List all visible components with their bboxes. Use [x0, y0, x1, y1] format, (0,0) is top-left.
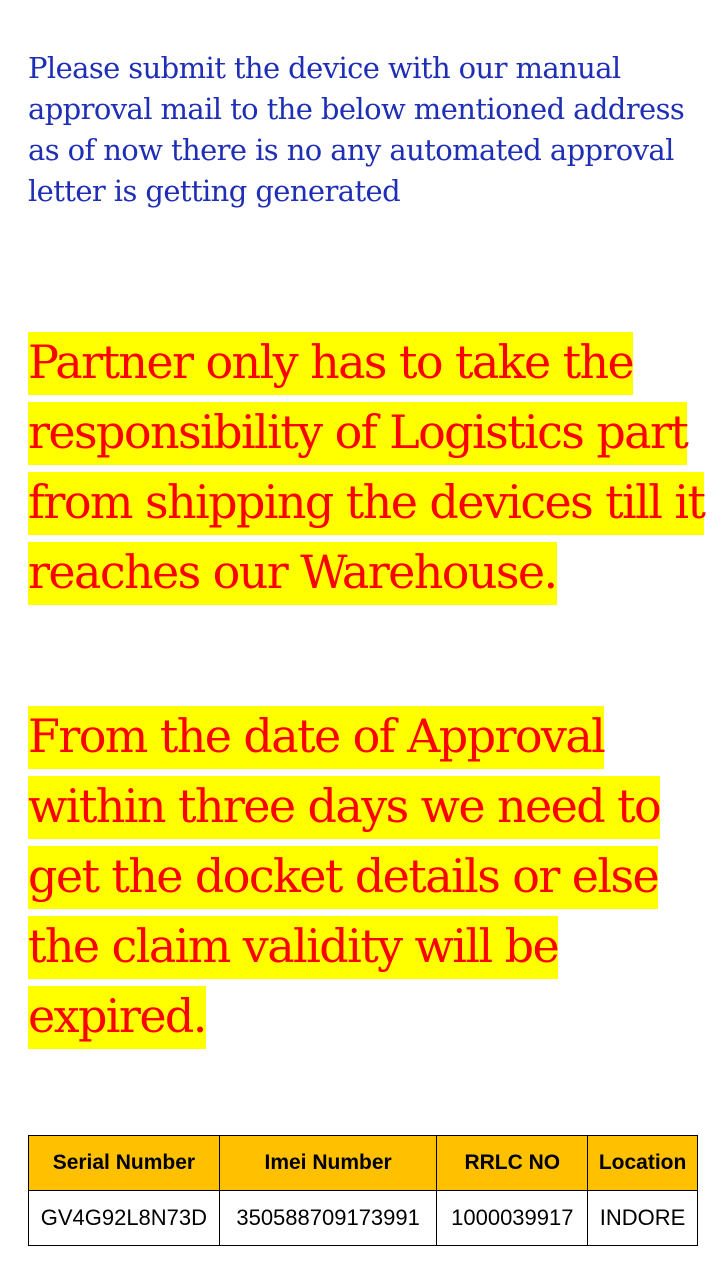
cell-rrlc-no: 1000039917 [436, 1190, 589, 1246]
cell-location: INDORE [587, 1190, 698, 1246]
header-serial-number: Serial Number [28, 1135, 220, 1191]
docket-deadline-notice: From the date of Approval within three d… [28, 701, 718, 1051]
cell-imei-number: 350588709173991 [218, 1190, 438, 1246]
logistics-responsibility-notice: Partner only has to take the responsibil… [28, 327, 718, 607]
header-imei-number: Imei Number [218, 1135, 438, 1191]
header-location: Location [587, 1135, 698, 1191]
intro-instructions: Please submit the device with our manual… [28, 51, 685, 208]
notice-highlight: From the date of Approval within three d… [28, 706, 662, 1049]
header-rrlc-no: RRLC NO [436, 1135, 589, 1191]
notice-highlight: Partner only has to take the responsibil… [28, 332, 706, 605]
device-details-table: Serial Number Imei Number RRLC NO Locati… [28, 1135, 698, 1246]
cell-serial-number: GV4G92L8N73D [28, 1190, 220, 1246]
table-header-row: Serial Number Imei Number RRLC NO Locati… [28, 1135, 698, 1191]
table-row: GV4G92L8N73D 350588709173991 1000039917 … [28, 1190, 698, 1246]
